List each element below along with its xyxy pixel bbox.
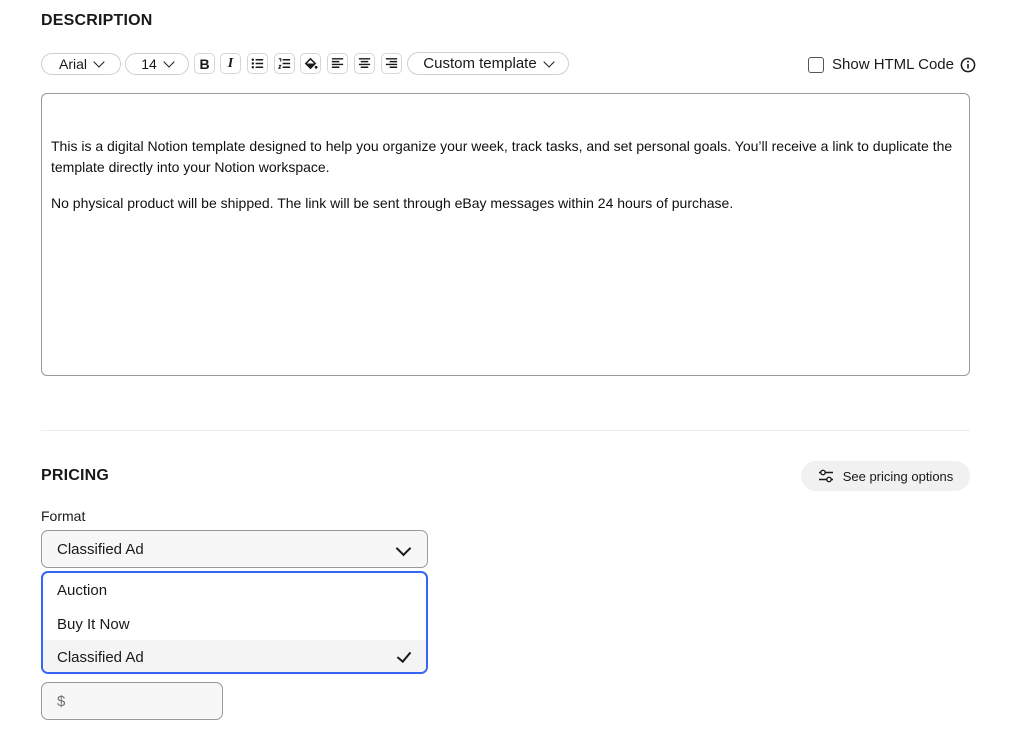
numbered-list-icon bbox=[277, 58, 291, 69]
bullet-list-icon bbox=[251, 58, 264, 69]
align-right-icon bbox=[385, 58, 398, 68]
format-select[interactable]: Classified Ad bbox=[41, 530, 428, 568]
format-dropdown-menu: Auction Buy It Now Classified Ad bbox=[41, 571, 428, 674]
custom-template-label: Custom template bbox=[423, 55, 537, 72]
font-family-value: Arial bbox=[58, 56, 87, 72]
show-html-label: Show HTML Code bbox=[832, 56, 954, 73]
bold-button[interactable]: B bbox=[194, 53, 215, 74]
chevron-down-icon bbox=[543, 55, 555, 68]
italic-icon: I bbox=[227, 55, 234, 71]
description-heading: DESCRIPTION bbox=[41, 12, 153, 29]
see-pricing-options-label: See pricing options bbox=[842, 468, 954, 484]
bold-icon: B bbox=[199, 55, 210, 72]
option-label: Auction bbox=[57, 581, 108, 599]
sliders-icon bbox=[818, 469, 833, 483]
option-label: Classified Ad bbox=[57, 648, 144, 666]
editor-paragraph-1-line-2: template directly into your Notion works… bbox=[51, 159, 330, 175]
editor-paragraph-1-line-1: This is a digital Notion template design… bbox=[51, 138, 953, 154]
pricing-heading: PRICING bbox=[41, 467, 110, 484]
price-input[interactable]: $ bbox=[41, 682, 223, 720]
italic-button[interactable]: I bbox=[220, 53, 241, 74]
info-icon[interactable] bbox=[960, 57, 976, 73]
align-left-button[interactable] bbox=[327, 53, 348, 74]
fill-color-icon bbox=[304, 57, 318, 70]
format-option-auction[interactable]: Auction bbox=[43, 573, 426, 607]
see-pricing-options-button[interactable]: See pricing options bbox=[801, 461, 970, 491]
custom-template-select[interactable]: Custom template bbox=[407, 52, 569, 75]
chevron-down-icon bbox=[163, 56, 175, 68]
show-html-checkbox[interactable] bbox=[808, 56, 824, 73]
format-select-value: Classified Ad bbox=[57, 540, 144, 558]
font-size-value: 14 bbox=[141, 56, 157, 72]
align-center-icon bbox=[358, 58, 371, 68]
editor-paragraph-2: No physical product will be shipped. The… bbox=[51, 195, 734, 211]
format-label: Format bbox=[41, 508, 86, 524]
format-option-classified-ad[interactable]: Classified Ad bbox=[43, 640, 426, 672]
price-currency-placeholder: $ bbox=[57, 692, 66, 710]
format-option-buy-it-now[interactable]: Buy It Now bbox=[43, 607, 426, 641]
checkmark-icon bbox=[396, 647, 412, 664]
numbered-list-button[interactable] bbox=[274, 53, 295, 74]
description-editor[interactable]: This is a digital Notion template design… bbox=[41, 93, 970, 376]
bullet-list-button[interactable] bbox=[247, 53, 268, 74]
align-right-button[interactable] bbox=[381, 53, 402, 74]
align-center-button[interactable] bbox=[354, 53, 375, 74]
fill-color-button[interactable] bbox=[300, 53, 321, 74]
show-html-toggle[interactable]: Show HTML Code bbox=[808, 56, 976, 73]
font-size-select[interactable]: 14 bbox=[125, 53, 189, 75]
font-family-select[interactable]: Arial bbox=[41, 53, 121, 75]
section-divider bbox=[41, 430, 970, 431]
chevron-down-icon bbox=[395, 540, 412, 557]
chevron-down-icon bbox=[93, 56, 105, 68]
align-left-icon bbox=[331, 58, 344, 68]
option-label: Buy It Now bbox=[57, 615, 130, 633]
